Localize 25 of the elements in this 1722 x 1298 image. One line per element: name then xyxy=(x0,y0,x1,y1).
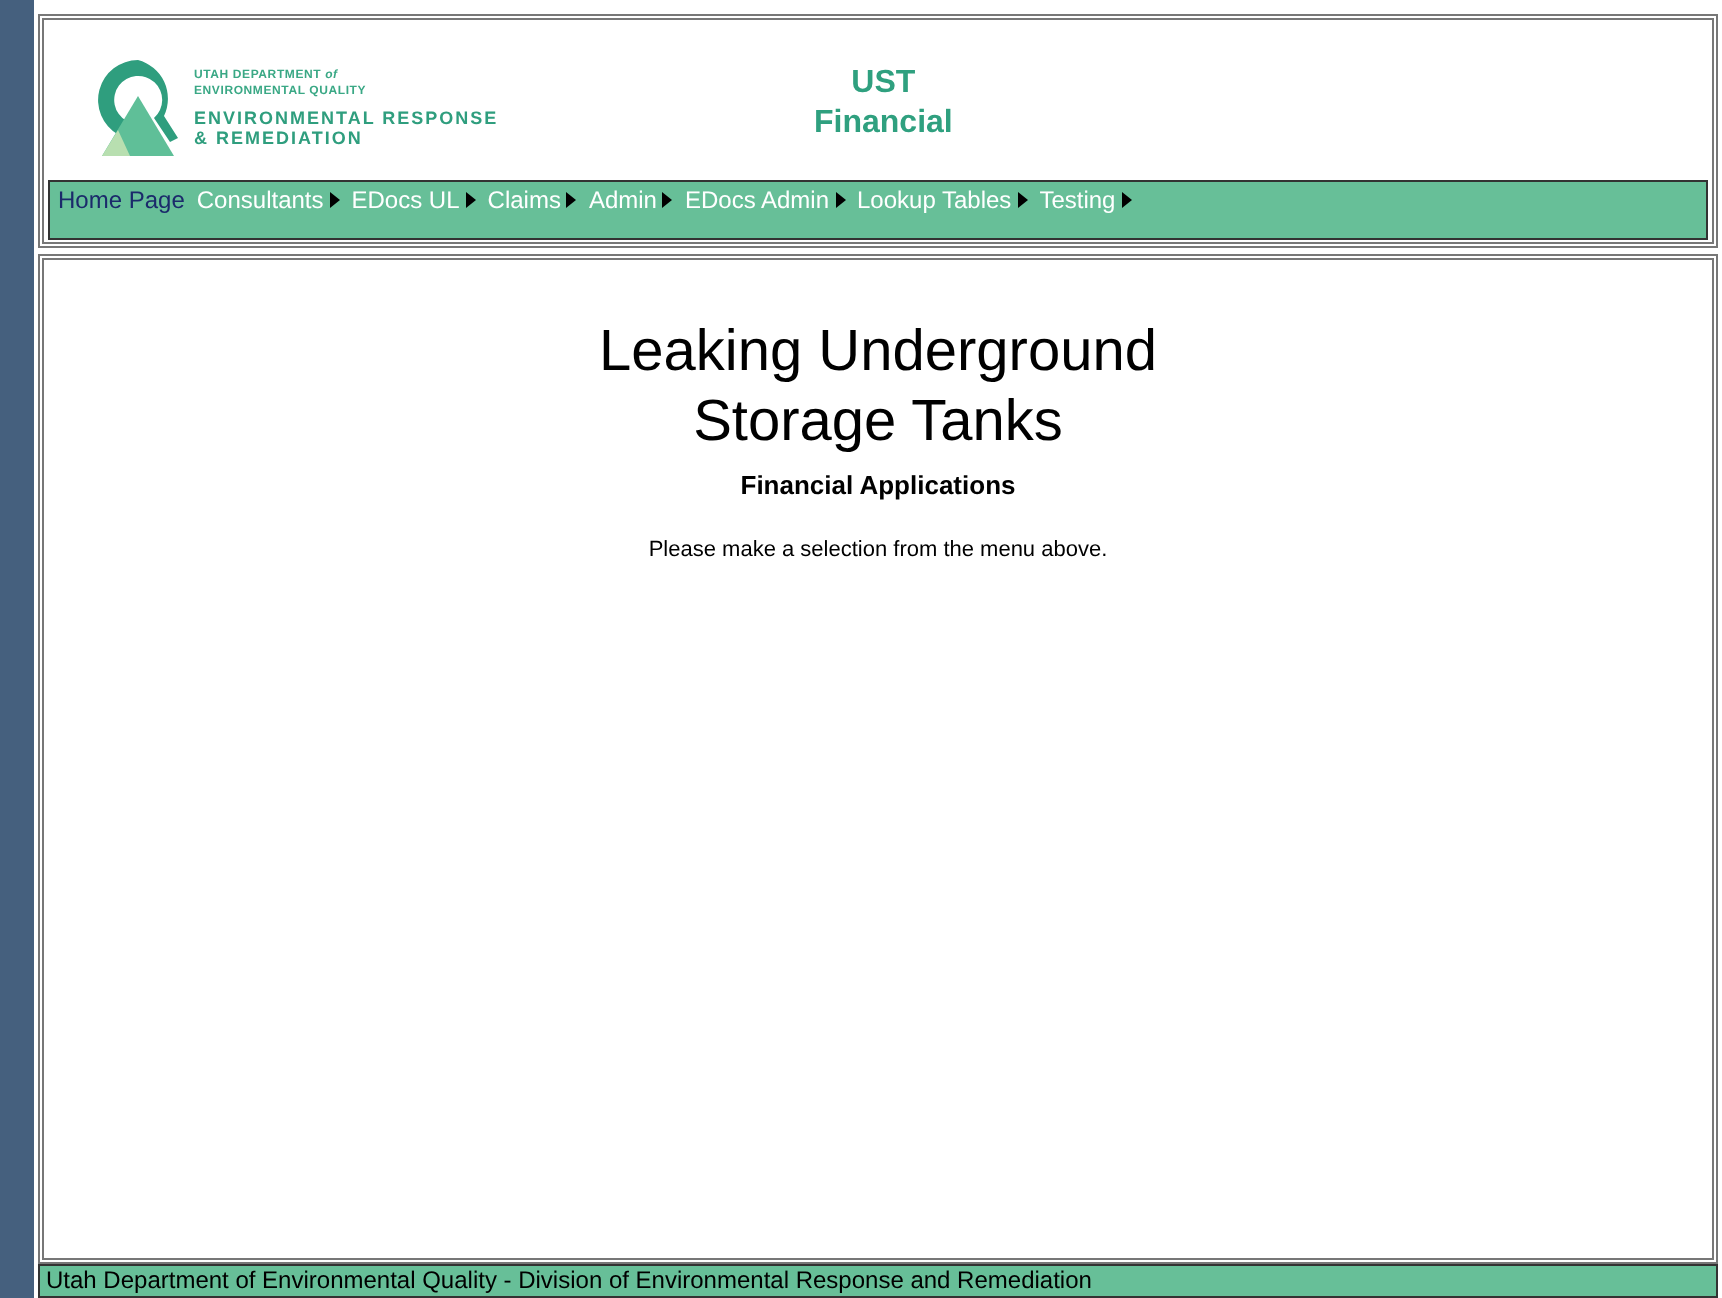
menu-item[interactable]: Admin xyxy=(588,186,673,214)
caret-icon xyxy=(1121,192,1132,208)
subtitle: Financial Applications xyxy=(738,468,1018,504)
menu-item[interactable]: EDocs Admin xyxy=(684,186,845,214)
logo-icon xyxy=(94,56,182,160)
page-heading: Leaking Underground xyxy=(597,318,1159,388)
footer-bar: Utah Department of Environmental Quality - Division of Environmental Response and Remediation xyxy=(38,1264,1718,1298)
menu-item[interactable]: Testing xyxy=(1039,186,1132,214)
caret-icon xyxy=(662,192,673,208)
caret-icon xyxy=(465,192,476,208)
caret-icon xyxy=(566,192,577,208)
menu-item[interactable]: Consultants xyxy=(196,186,340,214)
menu-item[interactable]: EDocs UL xyxy=(351,186,476,214)
page-heading: Storage Tanks xyxy=(691,388,1065,458)
logo-text: & REMEDIATION xyxy=(194,128,365,148)
menu-item[interactable]: Home Page xyxy=(58,186,185,214)
app-title: UST xyxy=(849,64,918,104)
menu-item[interactable]: Claims xyxy=(487,186,577,214)
caret-icon xyxy=(835,192,845,208)
instruction-text: Please make a selection from the menu above. xyxy=(646,535,1110,565)
caret-icon xyxy=(329,192,340,208)
caret-icon xyxy=(1017,192,1028,208)
menu-item[interactable]: Lookup Tables xyxy=(857,186,1028,214)
app-title: Financial xyxy=(814,104,953,144)
logo-text: ENVIRONMENTAL RESPONSE xyxy=(194,108,499,128)
